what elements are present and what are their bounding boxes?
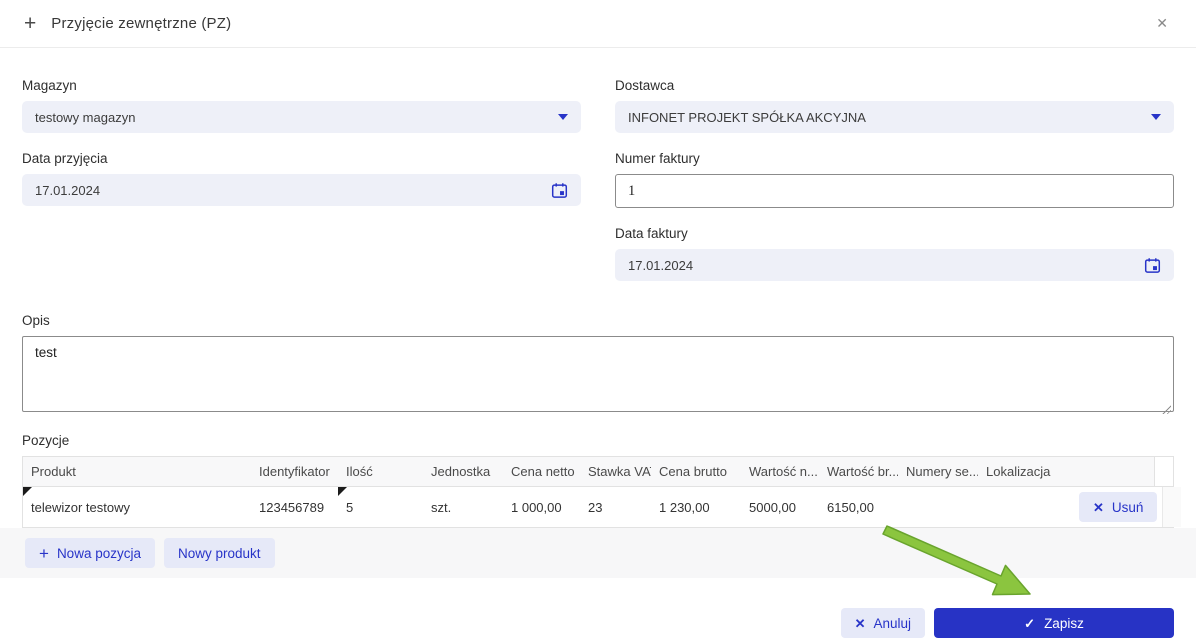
- save-button[interactable]: ✓ Zapisz: [934, 608, 1174, 638]
- cell-produkt[interactable]: telewizor testowy: [23, 487, 251, 527]
- cancel-button[interactable]: ✕ Anuluj: [840, 608, 925, 638]
- cell-stawka-vat[interactable]: 23: [580, 487, 651, 527]
- col-header-wartosc-brutto[interactable]: Wartość br...: [819, 457, 898, 486]
- form-right-column: Dostawca INFONET PROJEKT SPÓŁKA AKCYJNA …: [615, 78, 1174, 299]
- add-row-button[interactable]: + Nowa pozycja: [25, 538, 155, 568]
- cell-ilosc[interactable]: 5: [338, 487, 423, 527]
- cell-lokalizacja[interactable]: [978, 487, 1071, 527]
- delete-row-label: Usuń: [1111, 499, 1144, 515]
- form-left-column: Magazyn testowy magazyn Data przyjęcia 1…: [22, 78, 581, 299]
- new-product-button[interactable]: Nowy produkt: [163, 538, 275, 568]
- data-faktury-input[interactable]: 17.01.2024: [615, 249, 1174, 281]
- add-row-label: Nowa pozycja: [56, 545, 141, 561]
- magazyn-label: Magazyn: [22, 78, 77, 93]
- numer-faktury-field-group: Numer faktury: [615, 151, 1174, 208]
- magazyn-select[interactable]: testowy magazyn: [22, 101, 581, 133]
- opis-field-group: Opis test: [0, 299, 1196, 417]
- col-header-wartosc-netto[interactable]: Wartość n...: [741, 457, 819, 486]
- col-header-jednostka[interactable]: Jednostka: [423, 457, 503, 486]
- delete-row-button[interactable]: ✕ Usuń: [1079, 492, 1158, 522]
- save-label: Zapisz: [1044, 615, 1084, 631]
- numer-faktury-input[interactable]: [615, 174, 1174, 208]
- opis-textarea-wrap: test: [22, 336, 1174, 417]
- dostawca-label: Dostawca: [615, 78, 675, 93]
- chevron-down-icon: [558, 114, 568, 120]
- col-header-produkt[interactable]: Produkt: [23, 457, 251, 486]
- calendar-icon[interactable]: [1144, 257, 1161, 274]
- dostawca-value: INFONET PROJEKT SPÓŁKA AKCYJNA: [628, 109, 866, 125]
- scrollbar-gutter: [1154, 457, 1173, 486]
- cancel-label: Anuluj: [873, 615, 911, 631]
- col-header-cena-brutto[interactable]: Cena brutto: [651, 457, 741, 486]
- calendar-icon[interactable]: [551, 182, 568, 199]
- col-header-identyfikator[interactable]: Identyfikator: [251, 457, 338, 486]
- col-header-actions: [1071, 457, 1154, 486]
- dialog-footer: ✕ Anuluj ✓ Zapisz: [0, 608, 1196, 638]
- pozycje-toolbar: + Nowa pozycja Nowy produkt: [0, 528, 1196, 578]
- data-faktury-value: 17.01.2024: [628, 257, 694, 273]
- data-faktury-field-group: Data faktury 17.01.2024: [615, 226, 1174, 281]
- data-przyjecia-input[interactable]: 17.01.2024: [22, 174, 581, 206]
- dialog-title: Przyjęcie zewnętrzne (PZ): [51, 15, 232, 32]
- x-icon: ✕: [1093, 499, 1104, 515]
- data-przyjecia-field-group: Data przyjęcia 17.01.2024: [22, 151, 581, 206]
- pozycje-label: Pozycje: [22, 433, 70, 448]
- col-header-ilosc[interactable]: Ilość: [338, 457, 423, 486]
- numer-faktury-label: Numer faktury: [615, 151, 700, 166]
- magazyn-field-group: Magazyn testowy magazyn: [22, 78, 581, 133]
- cell-wartosc-netto[interactable]: 5000,00: [741, 487, 819, 527]
- col-header-cena-netto[interactable]: Cena netto: [503, 457, 580, 486]
- col-header-lokalizacja[interactable]: Lokalizacja: [978, 457, 1071, 486]
- cell-numery-seryjne[interactable]: [898, 487, 978, 527]
- new-product-label: Nowy produkt: [177, 545, 261, 561]
- cell-identyfikator[interactable]: 123456789: [251, 487, 338, 527]
- dostawca-select[interactable]: INFONET PROJEKT SPÓŁKA AKCYJNA: [615, 101, 1174, 133]
- dialog-header: + Przyjęcie zewnętrzne (PZ) ✕: [0, 0, 1196, 48]
- data-faktury-label: Data faktury: [615, 226, 688, 241]
- cell-wartosc-brutto[interactable]: 6150,00: [819, 487, 898, 527]
- data-przyjecia-value: 17.01.2024: [35, 182, 101, 198]
- pozycje-grid: Produkt Identyfikator Ilość Jednostka Ce…: [22, 456, 1182, 528]
- chevron-down-icon: [1151, 114, 1161, 120]
- form: Magazyn testowy magazyn Data przyjęcia 1…: [0, 48, 1196, 299]
- col-header-numery-seryjne[interactable]: Numery se...: [898, 457, 978, 486]
- check-icon: ✓: [1024, 615, 1036, 631]
- cell-actions: ✕ Usuń: [1071, 487, 1162, 527]
- opis-label: Opis: [22, 313, 50, 328]
- magazyn-value: testowy magazyn: [35, 109, 136, 125]
- pozycje-grid-header: Produkt Identyfikator Ilość Jednostka Ce…: [23, 457, 1173, 487]
- plus-icon: +: [24, 12, 37, 35]
- opis-textarea[interactable]: test: [22, 336, 1174, 412]
- close-icon[interactable]: ✕: [1152, 11, 1172, 36]
- cell-cena-brutto[interactable]: 1 230,00: [651, 487, 741, 527]
- plus-icon: +: [39, 543, 49, 563]
- dostawca-field-group: Dostawca INFONET PROJEKT SPÓŁKA AKCYJNA: [615, 78, 1174, 133]
- table-row: telewizor testowy 123456789 5 szt. 1 000…: [23, 487, 1182, 527]
- cell-edited-marker-icon: [338, 487, 347, 496]
- col-header-stawka-vat[interactable]: Stawka VAT: [580, 457, 651, 486]
- cell-cena-netto[interactable]: 1 000,00: [503, 487, 580, 527]
- cell-edited-marker-icon: [23, 487, 32, 496]
- scrollbar-gutter: [1162, 487, 1182, 527]
- data-przyjecia-label: Data przyjęcia: [22, 151, 108, 166]
- cell-jednostka[interactable]: szt.: [423, 487, 503, 527]
- x-icon: ✕: [854, 615, 866, 631]
